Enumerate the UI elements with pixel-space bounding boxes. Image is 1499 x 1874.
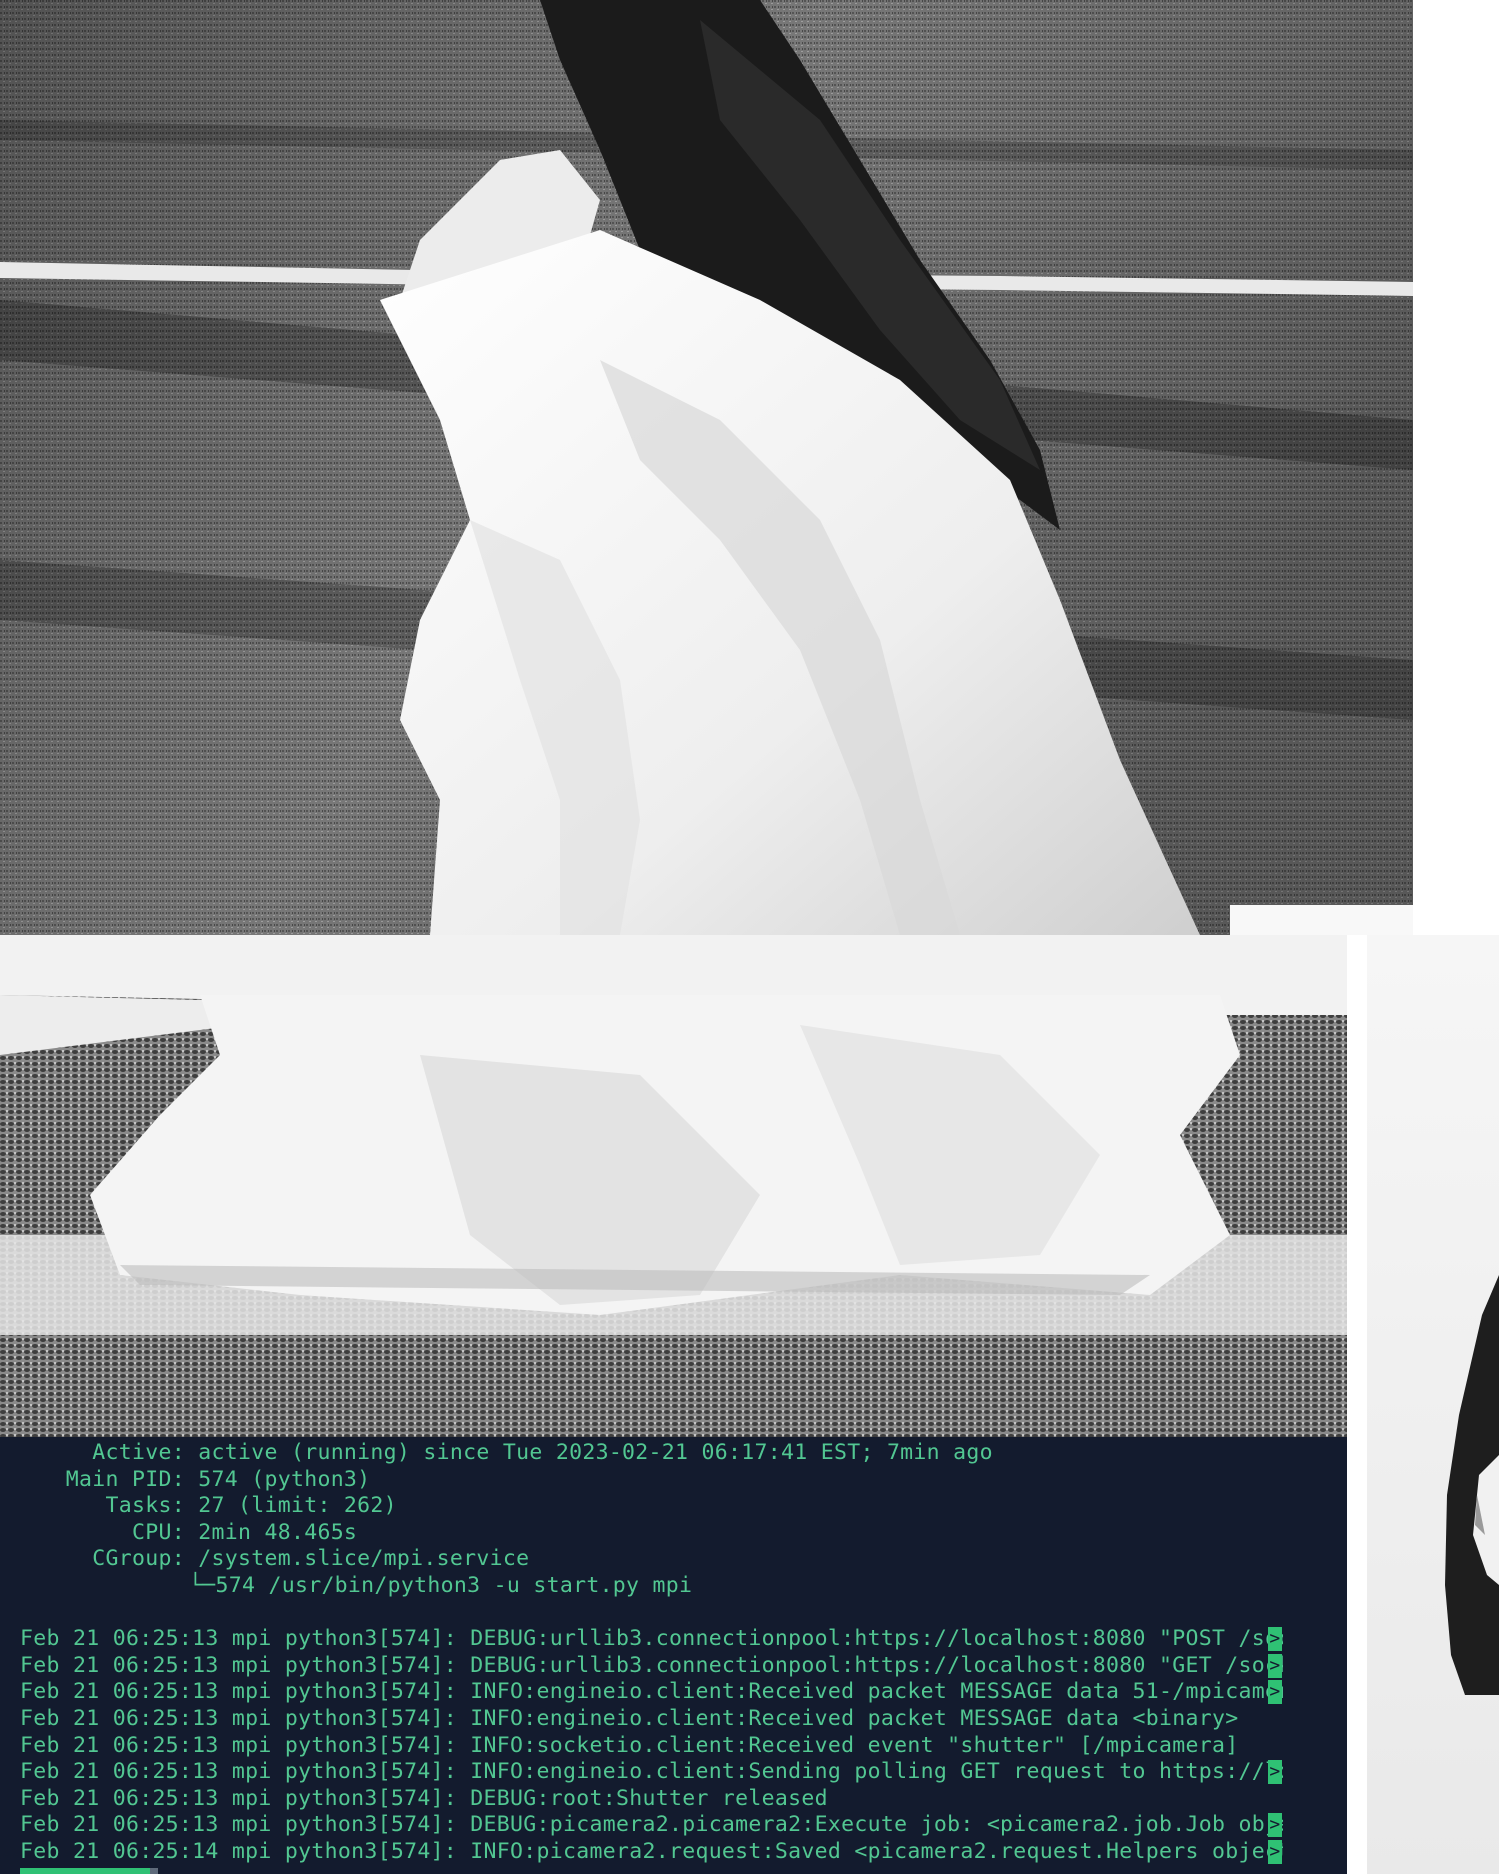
status-cpu-key: CPU: bbox=[132, 1519, 185, 1545]
log-line: Feb 21 06:25:13 mpi python3[574]: INFO:e… bbox=[20, 1706, 1239, 1731]
photo-upper-graphic bbox=[0, 0, 1413, 935]
terminal-window: Active: active (running) since Tue 2023-… bbox=[0, 1437, 1347, 1874]
truncation-marker bbox=[1268, 1627, 1282, 1652]
status-cpu-value: 2min 48.465s bbox=[198, 1519, 358, 1545]
photo-kneeling-figure-upper bbox=[0, 0, 1413, 935]
log-line: Feb 21 06:25:13 mpi python3[574]: INFO:e… bbox=[20, 1679, 1283, 1705]
status-active-key: Active: bbox=[92, 1440, 185, 1465]
status-main-pid-key: Main PID: bbox=[65, 1466, 185, 1492]
pager-status-bar bbox=[20, 1868, 158, 1874]
photo-lower-graphic bbox=[0, 935, 1347, 1437]
status-cgroup-key: CGroup: bbox=[92, 1546, 185, 1572]
pager-cursor bbox=[150, 1868, 158, 1874]
status-active-value: active (running) since Tue 2023-02-21 06… bbox=[198, 1440, 993, 1465]
truncation-marker bbox=[1268, 1680, 1282, 1705]
status-cgroup-value: /system.slice/mpi.service bbox=[198, 1546, 530, 1572]
status-active-row: Active: active (running) since Tue 2023-… bbox=[20, 1440, 993, 1467]
log-line: Feb 21 06:25:13 mpi python3[574]: INFO:e… bbox=[20, 1759, 1283, 1785]
status-tasks-value: 27 (limit: 262) bbox=[198, 1493, 397, 1519]
photo-kneeling-figure-lower bbox=[0, 935, 1347, 1437]
log-line: Feb 21 06:25:13 mpi python3[574]: INFO:s… bbox=[20, 1732, 1239, 1758]
truncation-marker bbox=[1268, 1813, 1282, 1838]
status-cgroup-row: CGroup: /system.slice/mpi.service bbox=[20, 1546, 529, 1573]
log-line: Feb 21 06:25:13 mpi python3[574]: DEBUG:… bbox=[20, 1626, 1283, 1652]
truncation-marker bbox=[1268, 1653, 1282, 1678]
status-main-pid-value: 574 (python3) bbox=[198, 1466, 371, 1492]
log-line: Feb 21 06:25:13 mpi python3[574]: DEBUG:… bbox=[20, 1812, 1283, 1838]
status-cgroup-child-row: └─574 /usr/bin/python3 -u start.py mpi bbox=[189, 1573, 693, 1598]
log-line: Feb 21 06:25:13 mpi python3[574]: DEBUG:… bbox=[20, 1652, 1283, 1678]
log-line: Feb 21 06:25:14 mpi python3[574]: INFO:p… bbox=[20, 1839, 1283, 1864]
photo-side-figure bbox=[1347, 935, 1499, 1874]
log-line: Feb 21 06:25:13 mpi python3[574]: DEBUG:… bbox=[20, 1785, 828, 1811]
truncation-marker bbox=[1268, 1840, 1282, 1864]
status-main-pid-row: Main PID: 574 (python3) bbox=[20, 1467, 370, 1494]
truncation-marker bbox=[1268, 1760, 1282, 1785]
page: Active: active (running) since Tue 2023-… bbox=[0, 0, 1499, 1874]
status-cpu-row: CPU: 2min 48.465s bbox=[20, 1520, 357, 1547]
status-tasks-row: Tasks: 27 (limit: 262) bbox=[20, 1493, 397, 1520]
status-tasks-key: Tasks: bbox=[105, 1493, 185, 1519]
photo-side-graphic bbox=[1347, 935, 1499, 1874]
